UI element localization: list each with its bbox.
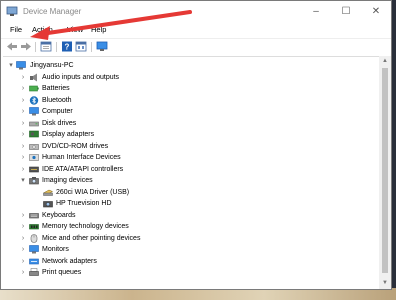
annotation-arrow (30, 10, 192, 40)
